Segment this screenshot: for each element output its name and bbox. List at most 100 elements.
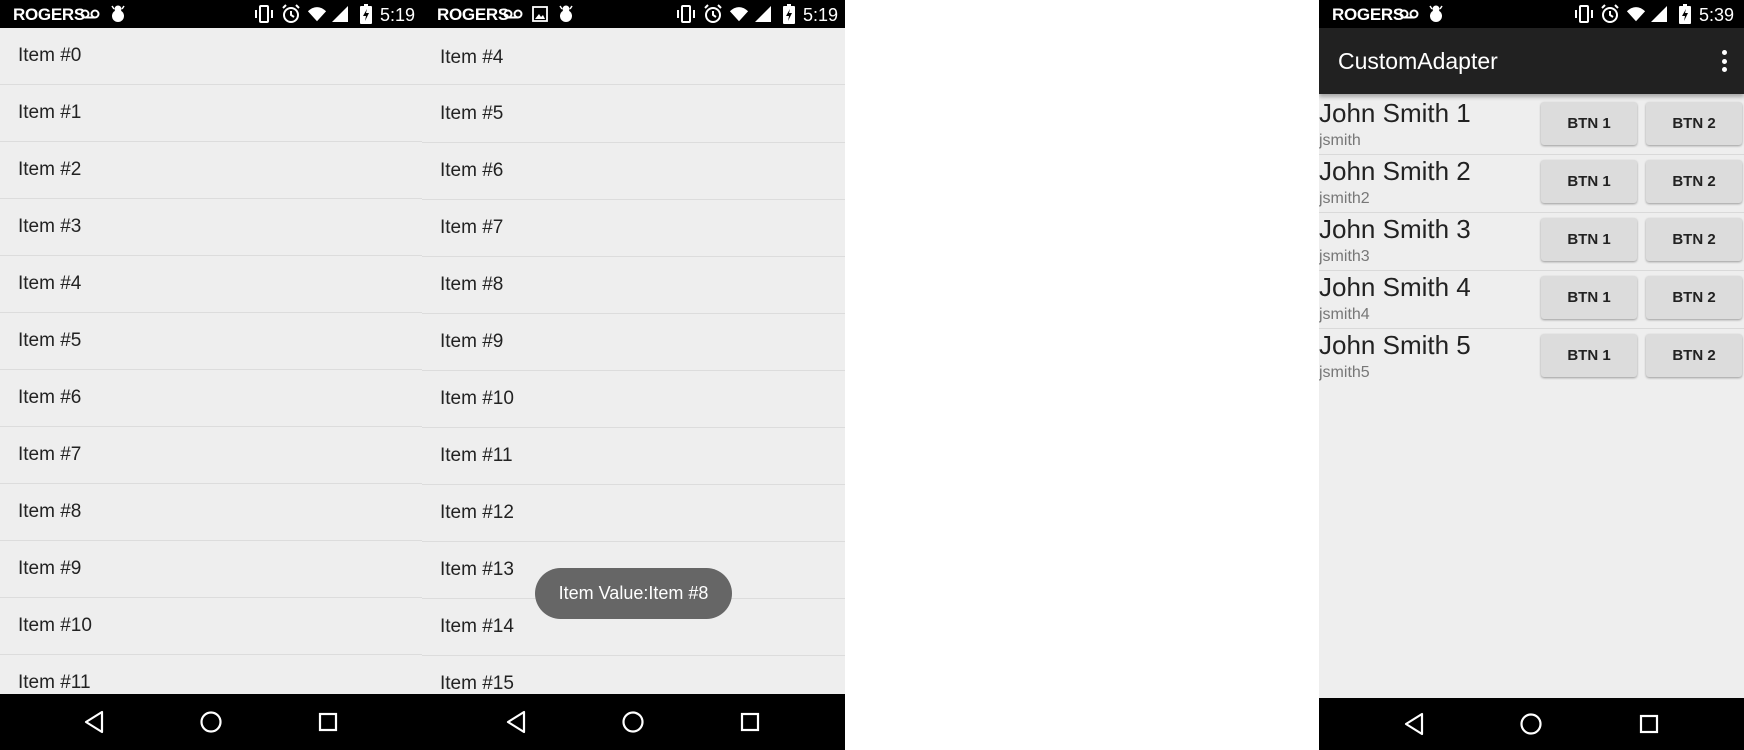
list-item[interactable]: Item #7 xyxy=(422,200,845,257)
android-debug-icon xyxy=(1426,4,1446,24)
list-item[interactable]: Item #9 xyxy=(0,541,422,598)
navigation-bar xyxy=(0,694,422,750)
btn-2[interactable]: BTN 2 xyxy=(1646,334,1742,377)
carrier-label: ROGERS xyxy=(13,5,85,24)
list-item[interactable]: Item #6 xyxy=(422,143,845,200)
list-item-label: Item #10 xyxy=(440,388,514,409)
list-item[interactable]: Item #8 xyxy=(422,257,845,314)
btn-1[interactable]: BTN 1 xyxy=(1541,218,1637,261)
contact-name: John Smith 1 xyxy=(1319,98,1471,128)
btn-2[interactable]: BTN 2 xyxy=(1646,160,1742,203)
btn-1[interactable]: BTN 1 xyxy=(1541,102,1637,145)
list-item-label: Item #15 xyxy=(440,673,514,694)
list-item-label: Item #7 xyxy=(18,444,82,465)
app-bar: CustomAdapter xyxy=(1319,28,1744,94)
list-item: John Smith 2 jsmith2 BTN 1 BTN 2 xyxy=(1319,154,1744,213)
list-item[interactable]: Item #5 xyxy=(422,86,845,143)
list-item-label: Item #1 xyxy=(18,102,82,123)
list-item-label: Item #10 xyxy=(18,615,92,636)
carrier-label: ROGERS xyxy=(437,5,509,24)
home-icon[interactable] xyxy=(619,708,647,736)
android-debug-icon xyxy=(108,4,128,24)
list-item[interactable]: Item #5 xyxy=(0,313,422,370)
screen-list-1: ROGERS 5:19 Item #0 Item #1 Item #2 Item… xyxy=(0,0,422,750)
list-item[interactable]: Item #1 xyxy=(0,85,422,142)
list-item[interactable]: Item #11 xyxy=(422,428,845,485)
back-icon[interactable] xyxy=(1400,710,1428,738)
list-item-label: Item #8 xyxy=(440,274,504,295)
list-item: John Smith 5 jsmith5 BTN 1 BTN 2 xyxy=(1319,328,1744,386)
btn-2[interactable]: BTN 2 xyxy=(1646,218,1742,261)
list-item-label: Item #6 xyxy=(18,387,82,408)
list-item[interactable]: Item #7 xyxy=(0,427,422,484)
list-item[interactable]: Item #4 xyxy=(0,256,422,313)
alarm-icon xyxy=(1600,4,1620,24)
contact-name: John Smith 2 xyxy=(1319,156,1471,186)
wifi-icon xyxy=(307,4,327,24)
list-item-label: Item #11 xyxy=(18,672,91,693)
battery-charging-icon xyxy=(779,4,799,24)
list-item-label: Item #5 xyxy=(18,330,82,351)
navigation-bar xyxy=(422,694,845,750)
contact-username: jsmith4 xyxy=(1319,306,1370,323)
image-icon xyxy=(530,4,550,24)
btn-1[interactable]: BTN 1 xyxy=(1541,334,1637,377)
contact-username: jsmith5 xyxy=(1319,364,1370,381)
vibrate-icon xyxy=(254,4,274,24)
wifi-icon xyxy=(729,4,749,24)
recents-icon[interactable] xyxy=(314,708,342,736)
vibrate-icon xyxy=(1574,4,1594,24)
voicemail-icon xyxy=(503,4,523,24)
list-item-label: Item #13 xyxy=(440,559,514,580)
screen-custom-adapter: ROGERS 5:39 CustomAdapter John Smith 1 j… xyxy=(1319,0,1744,750)
list-item-label: Item #5 xyxy=(440,103,504,124)
clock: 5:19 xyxy=(380,5,416,25)
home-icon[interactable] xyxy=(197,708,225,736)
battery-charging-icon xyxy=(1675,4,1695,24)
list-item-label: Item #8 xyxy=(18,501,82,522)
alarm-icon xyxy=(281,4,301,24)
list-item-label: Item #9 xyxy=(18,558,82,579)
home-icon[interactable] xyxy=(1517,710,1545,738)
status-bar: ROGERS 5:19 xyxy=(0,0,422,28)
list-item[interactable]: Item #4 xyxy=(422,28,845,85)
voicemail-icon xyxy=(80,4,100,24)
list-item-label: Item #2 xyxy=(18,159,82,180)
navigation-bar xyxy=(1319,698,1744,750)
back-icon[interactable] xyxy=(502,708,530,736)
list-item[interactable]: Item #10 xyxy=(0,598,422,655)
battery-charging-icon xyxy=(356,4,376,24)
list-item[interactable]: Item #3 xyxy=(0,199,422,256)
btn-2[interactable]: BTN 2 xyxy=(1646,102,1742,145)
btn-2[interactable]: BTN 2 xyxy=(1646,276,1742,319)
list-item[interactable]: Item #9 xyxy=(422,314,845,371)
list-item-label: Item #14 xyxy=(440,616,514,637)
contact-username: jsmith2 xyxy=(1319,190,1370,207)
recents-icon[interactable] xyxy=(1635,710,1663,738)
signal-icon xyxy=(330,4,350,24)
contact-name: John Smith 4 xyxy=(1319,272,1471,302)
overflow-menu-icon[interactable] xyxy=(1718,48,1730,74)
btn-1[interactable]: BTN 1 xyxy=(1541,276,1637,319)
list-item[interactable]: Item #2 xyxy=(0,142,422,199)
list-item[interactable]: Item #0 xyxy=(0,28,422,85)
status-bar: ROGERS 5:39 xyxy=(1319,0,1744,28)
contact-username: jsmith xyxy=(1319,132,1361,149)
alarm-icon xyxy=(703,4,723,24)
app-title: CustomAdapter xyxy=(1338,48,1498,74)
vibrate-icon xyxy=(676,4,696,24)
list-item[interactable]: Item #12 xyxy=(422,485,845,542)
list-item-label: Item #0 xyxy=(18,45,82,66)
clock: 5:19 xyxy=(803,5,839,25)
list-item-label: Item #12 xyxy=(440,502,514,523)
list-item-label: Item #3 xyxy=(18,216,82,237)
toast-message: Item Value:Item #8 xyxy=(535,568,732,619)
list-item-label: Item #4 xyxy=(18,273,82,294)
btn-1[interactable]: BTN 1 xyxy=(1541,160,1637,203)
recents-icon[interactable] xyxy=(736,708,764,736)
status-bar: ROGERS 5:19 xyxy=(422,0,845,28)
back-icon[interactable] xyxy=(80,708,108,736)
list-item[interactable]: Item #10 xyxy=(422,371,845,428)
list-item[interactable]: Item #6 xyxy=(0,370,422,427)
list-item[interactable]: Item #8 xyxy=(0,484,422,541)
